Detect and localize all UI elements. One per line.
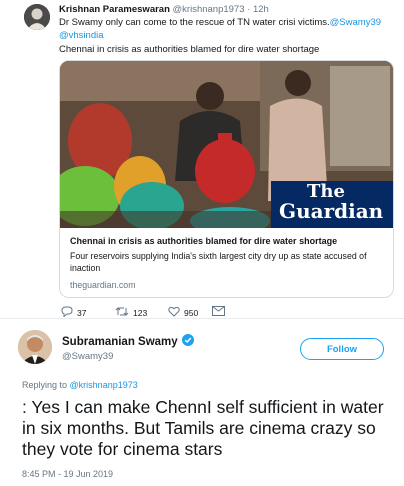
quoted-author-avatar[interactable] (24, 4, 50, 30)
link-card[interactable]: The Guardian Chennai in crisis as author… (59, 60, 394, 298)
like-count: 950 (184, 307, 199, 318)
quoted-author-name[interactable]: Krishnan Parameswaran (59, 4, 170, 15)
mention-vhsindia[interactable]: @vhsindia (59, 30, 104, 41)
card-domain: theguardian.com (70, 280, 136, 290)
retweet-count: 123 (133, 307, 148, 318)
author-avatar[interactable] (18, 330, 52, 364)
replying-to-handle[interactable]: @krishnanp1973 (70, 380, 138, 390)
quoted-text-line1: Dr Swamy only can come to the rescue of … (59, 17, 381, 28)
quoted-author-handle[interactable]: @krishnanp1973 (173, 4, 245, 15)
quoted-headline-text: Chennai in crisis as authorities blamed … (59, 44, 320, 55)
author-name[interactable]: Subramanian Swamy (62, 336, 178, 348)
follow-button[interactable]: Follow (300, 338, 384, 360)
card-title: Chennai in crisis as authorities blamed … (70, 236, 338, 246)
author-handle[interactable]: @Swamy39 (62, 351, 113, 362)
reply-count: 37 (77, 307, 87, 318)
quoted-author-line: Krishnan Parameswaran @krishnanp1973 · 1… (59, 4, 269, 15)
tweet-text: : Yes I can make ChennI self sufficient … (22, 397, 384, 459)
mail-icon (212, 306, 225, 318)
divider (0, 318, 404, 319)
quoted-text: Dr Swamy only can come to the rescue of … (59, 17, 330, 28)
verified-badge-icon (181, 334, 194, 349)
replying-to-label: Replying to (22, 380, 68, 390)
guardian-logo: The Guardian (271, 181, 393, 228)
replying-to: Replying to @krishnanp1973 (22, 380, 138, 390)
direct-message-button[interactable] (212, 306, 225, 318)
author-name-row: Subramanian Swamy (62, 334, 194, 349)
mention-swamy[interactable]: @Swamy39 (330, 17, 381, 28)
quoted-time[interactable]: 12h (253, 4, 269, 15)
article-photo: The Guardian (60, 61, 393, 235)
card-description: Four reservoirs supplying India's sixth … (70, 251, 367, 273)
tweet-timestamp[interactable]: 8:45 PM - 19 Jun 2019 (22, 469, 113, 479)
